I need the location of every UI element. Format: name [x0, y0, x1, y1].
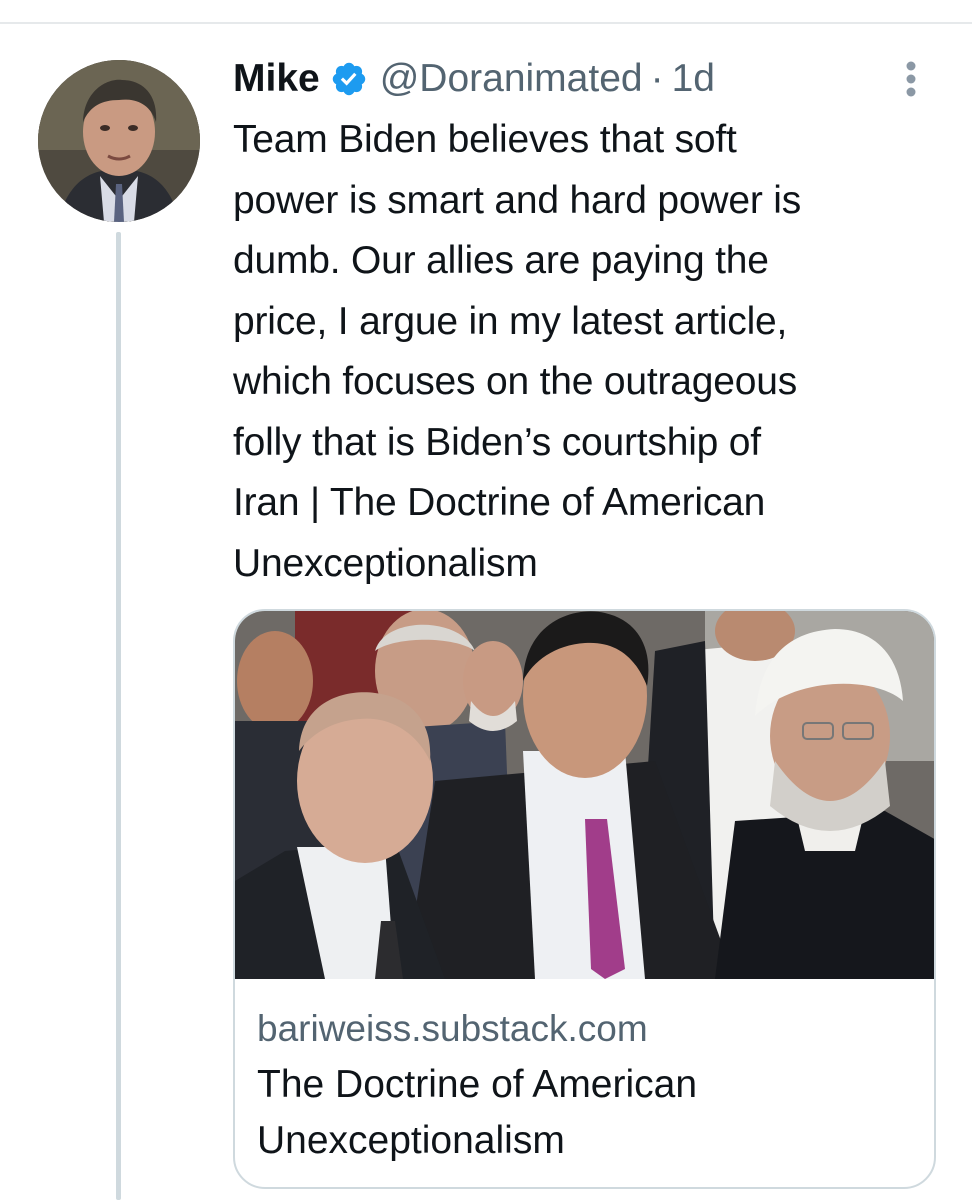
link-card-title-line: Unexceptionalism: [257, 1119, 565, 1162]
top-divider: [0, 22, 972, 24]
tweet-text-line: dumb. Our allies are paying the: [233, 239, 769, 282]
link-card-image[interactable]: [235, 611, 934, 979]
author-handle[interactable]: @Doranimated: [380, 57, 643, 101]
tweet-text-line: power is smart and hard power is: [233, 178, 802, 222]
tweet-text-line: Unexceptionalism: [233, 541, 538, 585]
header-separator: ·: [650, 57, 664, 100]
timestamp[interactable]: 1d: [672, 57, 715, 101]
link-card-title-line: The Doctrine of American: [257, 1063, 698, 1106]
link-card-title[interactable]: The Doctrine of American Unexceptionalis…: [257, 1057, 917, 1169]
tweet-text-line: price, I argue in my latest article,: [233, 299, 788, 343]
tweet-text-line: folly that is Biden’s courtship of: [233, 420, 761, 464]
link-card-domain[interactable]: bariweiss.substack.com: [257, 1008, 648, 1050]
tweet-text: Team Biden believes that soft power is s…: [233, 110, 933, 594]
avatar-photo: [38, 60, 200, 222]
tweet-header: Mike @Doranimated · 1d: [233, 53, 715, 105]
verified-badge-icon: [330, 60, 368, 98]
thread-line: [116, 232, 121, 1200]
author-name[interactable]: Mike: [233, 57, 320, 101]
avatar[interactable]: [38, 60, 200, 222]
tweet-text-line: Iran | The Doctrine of American: [233, 481, 766, 524]
tweet-text-line: which focuses on the outrageous: [233, 360, 798, 403]
tweet-text-line: Team Biden believes that soft: [233, 118, 737, 161]
more-options-icon[interactable]: [896, 58, 926, 100]
